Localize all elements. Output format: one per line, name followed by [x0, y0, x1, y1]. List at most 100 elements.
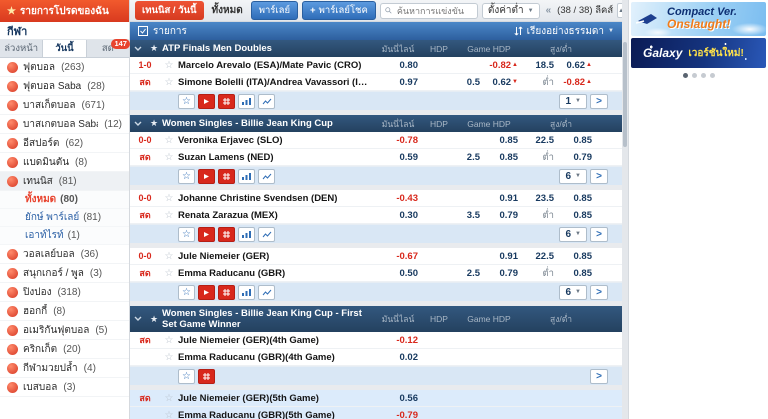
ml-odds-cell[interactable]: 0.59 — [372, 152, 424, 163]
sidebar-item[interactable]: บาสเก็ตบอล(671) — [0, 96, 129, 115]
more-markets-button[interactable]: > — [590, 227, 608, 242]
sidebar-item[interactable]: สนุกเกอร์ / พูล(3) — [0, 264, 129, 283]
live-stream-button[interactable] — [198, 285, 215, 300]
more-markets-button[interactable]: > — [590, 285, 608, 300]
statistics-button[interactable] — [238, 94, 255, 109]
market-count-select[interactable]: 1▼ — [559, 94, 587, 109]
favorite-star-icon[interactable]: ☆ — [160, 210, 178, 221]
market-count-select[interactable]: 6▼ — [559, 285, 587, 300]
markets-grid-button[interactable] — [198, 369, 215, 384]
live-chart-button[interactable] — [258, 94, 275, 109]
market-count-select[interactable]: 6▼ — [559, 227, 587, 242]
ml-odds-cell[interactable]: 0.97 — [372, 77, 424, 88]
scrollbar-thumb[interactable] — [623, 42, 627, 147]
markets-grid-button[interactable] — [218, 227, 235, 242]
ml-odds-cell[interactable]: -0.43 — [372, 193, 424, 204]
ou-odds-cell[interactable]: 0.62▲ — [556, 60, 598, 71]
ghdp-odds-cell[interactable]: -0.82▲ — [482, 60, 524, 71]
ml-odds-cell[interactable]: -0.78 — [372, 135, 424, 146]
carousel-dot[interactable] — [692, 73, 697, 78]
sidebar-item[interactable]: เทนนิส(81) — [0, 172, 129, 191]
ml-odds-cell[interactable]: -0.12 — [372, 335, 424, 346]
ml-odds-cell[interactable]: 0.80 — [372, 60, 424, 71]
sidebar-item[interactable]: ฮอกกี้(8) — [0, 302, 129, 321]
favorite-match-button[interactable]: ☆ — [178, 227, 195, 242]
ghdp-odds-cell[interactable]: 0.85 — [482, 135, 524, 146]
ou-odds-cell[interactable]: 0.85 — [556, 268, 598, 279]
ou-odds-cell[interactable]: 0.85 — [556, 251, 598, 262]
sidebar-subitem[interactable]: ยักษ์ พาร์เลย์(81) — [0, 209, 129, 227]
ghdp-odds-cell[interactable]: 0.79 — [482, 210, 524, 221]
favorites-bar[interactable]: ★ รายการโปรดของฉัน — [0, 0, 129, 22]
sidebar-item[interactable]: ปิงปอง(318) — [0, 283, 129, 302]
favorite-star-icon[interactable]: ☆ — [160, 251, 178, 262]
carousel-dot[interactable] — [710, 73, 715, 78]
live-chart-button[interactable] — [258, 169, 275, 184]
ml-odds-cell[interactable]: -0.79 — [372, 410, 424, 419]
favorite-star-icon[interactable]: ☆ — [160, 268, 178, 279]
ou-odds-cell[interactable]: 0.85 — [556, 193, 598, 204]
ghdp-odds-cell[interactable]: 0.91 — [482, 193, 524, 204]
live-chart-button[interactable] — [258, 285, 275, 300]
ml-odds-cell[interactable]: 0.50 — [372, 268, 424, 279]
sidebar-item[interactable]: ฟุตบอล(263) — [0, 58, 129, 77]
sidebar-subitem[interactable]: เอาท์ไรท์(1) — [0, 227, 129, 245]
favorite-match-button[interactable]: ☆ — [178, 285, 195, 300]
sidebar-item[interactable]: อีสปอร์ต(62) — [0, 134, 129, 153]
live-stream-button[interactable] — [198, 94, 215, 109]
sort-control[interactable]: เรียงอย่างธรรมดา ▼ — [514, 24, 614, 39]
tab-all[interactable]: ทั้งหมด — [208, 1, 247, 20]
ml-odds-cell[interactable]: 0.30 — [372, 210, 424, 221]
markets-grid-button[interactable] — [218, 94, 235, 109]
ml-odds-cell[interactable]: 0.56 — [372, 393, 424, 404]
live-stream-button[interactable] — [198, 169, 215, 184]
more-markets-button[interactable]: > — [590, 169, 608, 184]
ou-odds-cell[interactable]: 0.85 — [556, 135, 598, 146]
sidebar-tab[interactable]: สด147 — [87, 40, 129, 57]
carousel-dot[interactable] — [701, 73, 706, 78]
collapse-left-icon[interactable]: « — [544, 5, 554, 16]
sidebar-item[interactable]: วอลเลย์บอล(36) — [0, 245, 129, 264]
sidebar-subitem[interactable]: ทั้งหมด(80) — [0, 191, 129, 209]
sidebar-tab[interactable]: ล่วงหน้า — [0, 40, 43, 57]
live-stream-button[interactable] — [198, 227, 215, 242]
favorite-star-icon[interactable]: ☆ — [160, 135, 178, 146]
statistics-button[interactable] — [238, 285, 255, 300]
favorite-star-icon[interactable]: ☆ — [160, 193, 178, 204]
favorite-star-icon[interactable]: ☆ — [160, 410, 178, 419]
ghdp-odds-cell[interactable]: 0.62▼ — [482, 77, 524, 88]
live-chart-button[interactable] — [258, 227, 275, 242]
sidebar-item[interactable]: เบสบอล(3) — [0, 378, 129, 397]
ad-banner-compact[interactable]: Compact Ver. Onslaught! — [631, 2, 766, 36]
collapse-icon[interactable] — [130, 121, 146, 127]
vertical-scrollbar[interactable] — [622, 0, 628, 419]
filter-dropdown[interactable]: ตั้งค่าต่ำ ▼ — [482, 3, 540, 19]
favorite-star-icon[interactable]: ☆ — [160, 335, 178, 346]
favorite-match-button[interactable]: ☆ — [178, 94, 195, 109]
ml-odds-cell[interactable]: 0.02 — [372, 352, 424, 363]
section-star-icon[interactable]: ★ — [146, 43, 162, 54]
sidebar-item[interactable]: กีฬามวยปล้ำ(4) — [0, 359, 129, 378]
sidebar-item[interactable]: อเมริกันฟุตบอล(5) — [0, 321, 129, 340]
search-input[interactable] — [395, 5, 473, 17]
favorite-star-icon[interactable]: ☆ — [160, 393, 178, 404]
favorite-match-button[interactable]: ☆ — [178, 369, 195, 384]
more-markets-button[interactable]: > — [590, 94, 608, 109]
sidebar-item[interactable]: บาสเกตบอล Saba(12) — [0, 115, 129, 134]
ad-banner-galaxy[interactable]: Galaxy เวอร์ชันใหม่! — [631, 38, 766, 68]
ou-odds-cell[interactable]: 0.85 — [556, 210, 598, 221]
collapse-icon[interactable] — [130, 46, 146, 52]
favorite-star-icon[interactable]: ☆ — [160, 352, 178, 363]
parlay-button[interactable]: พาร์เลย์ — [251, 1, 298, 20]
sidebar-tab[interactable]: วันนี้ — [43, 40, 86, 57]
sidebar-item[interactable]: คริกเก็ต(20) — [0, 340, 129, 359]
section-star-icon[interactable]: ★ — [146, 118, 162, 129]
favorite-star-icon[interactable]: ☆ — [160, 60, 178, 71]
ou-odds-cell[interactable]: -0.82▲ — [556, 77, 598, 88]
favorite-star-icon[interactable]: ☆ — [160, 152, 178, 163]
ou-odds-cell[interactable]: 0.79 — [556, 152, 598, 163]
carousel-dot[interactable] — [683, 73, 688, 78]
sidebar-item[interactable]: แบดมินตัน(8) — [0, 153, 129, 172]
favorite-match-button[interactable]: ☆ — [178, 169, 195, 184]
more-markets-button[interactable]: > — [590, 369, 608, 384]
